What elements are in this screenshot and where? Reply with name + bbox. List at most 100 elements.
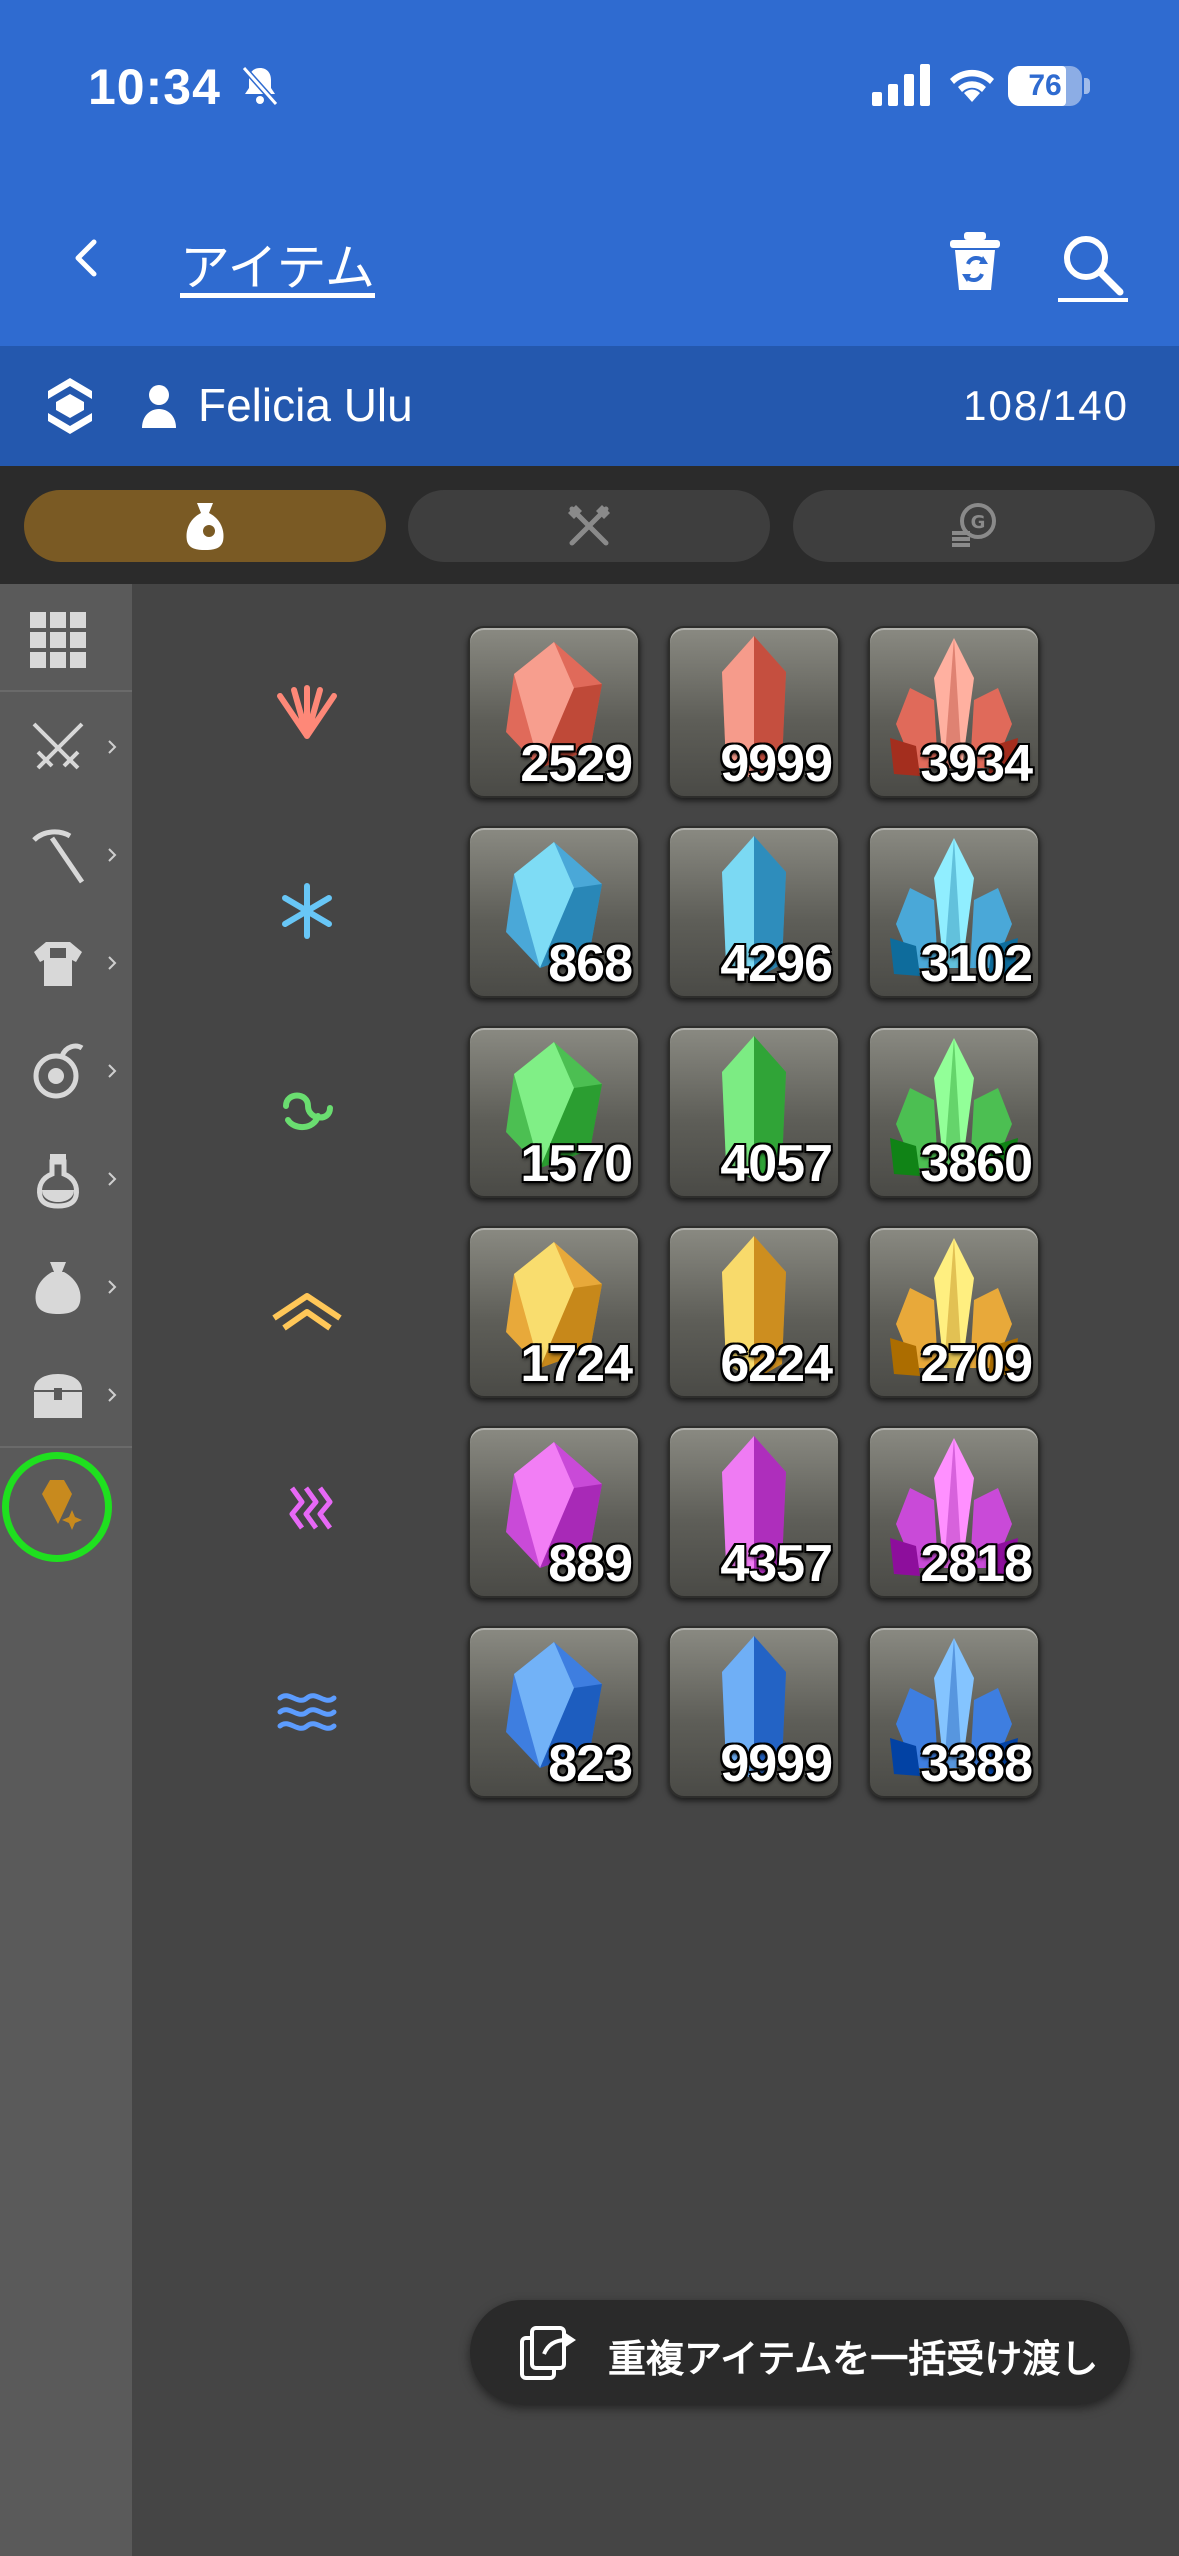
item-count: 2529	[520, 735, 633, 793]
chevron-right-icon	[108, 740, 117, 754]
chevron-right-icon	[108, 1388, 117, 1402]
crossed-swords-icon	[32, 722, 84, 770]
character-name: Felicia Ulu	[198, 379, 413, 431]
crystal-item[interactable]: 4357	[668, 1426, 840, 1598]
shard-item[interactable]: 1724	[468, 1226, 640, 1398]
search-icon[interactable]	[1060, 232, 1124, 296]
cellular-signal-icon	[872, 64, 930, 106]
item-count: 3388	[920, 1735, 1033, 1793]
item-count: 1570	[520, 1135, 633, 1193]
sidebar-item-weapons[interactable]	[0, 692, 132, 800]
copy-share-icon	[520, 2326, 576, 2380]
crystal-row: 889 4357 2818	[132, 1420, 1179, 1600]
crystal-row: 868 4296 3102	[132, 820, 1179, 1000]
sidebar-item-food[interactable]	[0, 1016, 132, 1124]
svg-text:G: G	[971, 512, 986, 533]
cluster-item[interactable]: 3388	[868, 1626, 1040, 1798]
tab-bag[interactable]	[24, 490, 386, 562]
item-count: 4296	[720, 935, 833, 993]
item-count: 3934	[920, 735, 1033, 793]
crystal-icon	[42, 1480, 82, 1530]
shard-item[interactable]: 2529	[468, 626, 640, 798]
armor-icon	[34, 942, 82, 986]
crossed-tools-icon	[568, 505, 610, 546]
bag-icon	[186, 503, 224, 550]
cluster-item[interactable]: 3860	[868, 1026, 1040, 1198]
status-time: 10:34	[88, 59, 221, 115]
item-count: 3102	[920, 935, 1033, 993]
earth-icon	[272, 1293, 342, 1331]
wifi-icon	[950, 69, 994, 102]
item-count: 4357	[720, 1535, 833, 1593]
lightning-icon	[289, 1486, 333, 1530]
food-icon	[33, 1043, 84, 1099]
app-header: アイテム	[0, 160, 1179, 346]
sidebar-item-crystals[interactable]	[0, 1448, 132, 1562]
battery-percent: 76	[1028, 69, 1062, 102]
chevron-right-icon	[108, 1280, 117, 1294]
sidebar-item-other[interactable]	[0, 1340, 132, 1448]
water-icon	[277, 1693, 337, 1731]
potion-icon	[37, 1154, 79, 1209]
crystal-item[interactable]: 4296	[668, 826, 840, 998]
crystal-item[interactable]: 9999	[668, 1626, 840, 1798]
sidebar-item-materials[interactable]	[0, 1232, 132, 1340]
bulk-transfer-label: 重複アイテムを一括受け渡し	[608, 2339, 1099, 2381]
cluster-item[interactable]: 3102	[868, 826, 1040, 998]
chevron-right-icon	[108, 1172, 117, 1186]
crystal-row: 1570 4057 3860	[132, 1020, 1179, 1200]
coins-icon: G	[952, 503, 996, 547]
filter-tabs: G	[0, 466, 1179, 584]
grid-icon	[30, 612, 86, 668]
item-count: 9999	[720, 735, 833, 793]
battery-indicator: 76	[1008, 64, 1092, 108]
status-bar: 10:34 76	[0, 0, 1179, 160]
crystal-item[interactable]: 6224	[668, 1226, 840, 1398]
item-count: 1724	[520, 1335, 633, 1393]
sidebar-item-armor[interactable]	[0, 908, 132, 1016]
crystal-item[interactable]: 4057	[668, 1026, 840, 1198]
bulk-transfer-button[interactable]: 重複アイテムを一括受け渡し	[470, 2300, 1130, 2404]
shard-item[interactable]: 868	[468, 826, 640, 998]
switch-character-icon[interactable]	[46, 376, 94, 436]
crystal-grid: 2529 9999 3934 868 4296 3102 1570 4057 3…	[132, 584, 1179, 2556]
fire-icon	[277, 685, 337, 739]
cluster-item[interactable]: 3934	[868, 626, 1040, 798]
app-root: 10:34 76 アイテム Felicia Ulu 108/140 G 2529…	[0, 0, 1179, 2556]
item-count: 889	[548, 1535, 633, 1593]
page-title[interactable]: アイテム	[180, 228, 375, 300]
item-count: 823	[548, 1735, 633, 1793]
crystal-item[interactable]: 9999	[668, 626, 840, 798]
item-count: 2818	[920, 1535, 1033, 1593]
person-icon	[142, 385, 176, 428]
chevron-right-icon	[108, 956, 117, 970]
inventory-capacity: 108/140	[963, 382, 1129, 429]
item-count: 9999	[720, 1735, 833, 1793]
pickaxe-icon	[32, 829, 85, 884]
item-count: 3860	[920, 1135, 1033, 1193]
tab-crafting[interactable]	[408, 490, 770, 562]
cluster-item[interactable]: 2818	[868, 1426, 1040, 1598]
ice-icon	[282, 883, 332, 939]
item-count: 6224	[720, 1335, 833, 1393]
cluster-item[interactable]: 2709	[868, 1226, 1040, 1398]
sidebar-item-tools[interactable]	[0, 800, 132, 908]
crystal-row: 2529 9999 3934	[132, 620, 1179, 800]
item-count: 868	[548, 935, 633, 993]
sidebar-item-potions[interactable]	[0, 1124, 132, 1232]
shard-item[interactable]: 1570	[468, 1026, 640, 1198]
crystal-row: 823 9999 3388	[132, 1620, 1179, 1800]
category-sidebar	[0, 584, 132, 2556]
search-active-underline	[1058, 298, 1128, 302]
bell-muted-icon	[241, 66, 279, 106]
shard-item[interactable]: 889	[468, 1426, 640, 1598]
trash-recycle-icon[interactable]	[946, 230, 1004, 292]
back-chevron-icon[interactable]	[62, 232, 114, 284]
crystal-row: 1724 6224 2709	[132, 1220, 1179, 1400]
shard-item[interactable]: 823	[468, 1626, 640, 1798]
sidebar-item-all[interactable]	[0, 584, 132, 692]
tab-currency[interactable]: G	[793, 490, 1155, 562]
item-count: 4057	[720, 1135, 833, 1193]
sack-icon	[35, 1262, 81, 1314]
item-count: 2709	[920, 1335, 1033, 1393]
